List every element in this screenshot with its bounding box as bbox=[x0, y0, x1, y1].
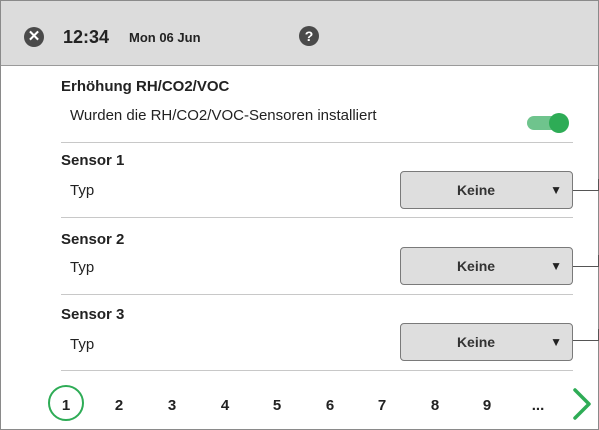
sensor-1-type-select[interactable]: Keine ▼ bbox=[400, 171, 573, 209]
sensor-1-title: Sensor 1 bbox=[61, 152, 125, 169]
divider bbox=[61, 217, 573, 218]
page-4[interactable]: 4 bbox=[214, 397, 236, 414]
page-1[interactable]: 1 bbox=[55, 397, 77, 414]
toggle-knob bbox=[549, 113, 569, 133]
enhancement-title: Erhöhung RH/CO2/VOC bbox=[61, 78, 230, 95]
divider bbox=[61, 294, 573, 295]
sensors-installed-question: Wurden die RH/CO2/VOC-Sensoren installie… bbox=[70, 107, 377, 124]
pagination: 1 2 3 4 5 6 7 8 9 ... bbox=[1, 385, 598, 425]
help-icon[interactable]: ? bbox=[299, 26, 319, 46]
dropdown-arrow-icon: ▼ bbox=[550, 259, 562, 273]
page-3[interactable]: 3 bbox=[161, 397, 183, 414]
clock-time: 12:34 bbox=[63, 27, 110, 47]
sensor-3-type-select[interactable]: Keine ▼ bbox=[400, 323, 573, 361]
sensor-1-type-value: Keine bbox=[456, 182, 496, 198]
sensor-1-type-label: Typ bbox=[70, 182, 95, 199]
sensor-2-type-select[interactable]: Keine ▼ bbox=[400, 247, 573, 285]
page-9[interactable]: 9 bbox=[476, 397, 498, 414]
sensors-installed-toggle[interactable] bbox=[527, 113, 569, 133]
page-2[interactable]: 2 bbox=[108, 397, 130, 414]
sensor-3-type-value: Keine bbox=[456, 334, 496, 350]
connector-line bbox=[573, 340, 599, 341]
sensor-2-type-value: Keine bbox=[456, 258, 496, 274]
sensor-3-type-label: Typ bbox=[70, 336, 95, 353]
divider bbox=[61, 370, 573, 371]
dropdown-arrow-icon: ▼ bbox=[550, 335, 562, 349]
sensor-2-type-label: Typ bbox=[70, 259, 95, 276]
sensor-2-title: Sensor 2 bbox=[61, 231, 125, 248]
close-icon[interactable]: ✕ bbox=[24, 27, 44, 47]
connector-line bbox=[573, 190, 599, 191]
page-7[interactable]: 7 bbox=[371, 397, 393, 414]
clock-date: Mon 06 Jun bbox=[129, 30, 201, 45]
screen: ✕ 12:34 Mon 06 Jun ? Erhöhung RH/CO2/VOC… bbox=[0, 0, 599, 430]
status-bar: ✕ 12:34 Mon 06 Jun ? bbox=[1, 1, 598, 66]
page-6[interactable]: 6 bbox=[319, 397, 341, 414]
divider bbox=[61, 142, 573, 143]
page-5[interactable]: 5 bbox=[266, 397, 288, 414]
chevron-right-icon[interactable] bbox=[567, 387, 595, 421]
page-8[interactable]: 8 bbox=[424, 397, 446, 414]
sensor-3-title: Sensor 3 bbox=[61, 306, 125, 323]
connector-line bbox=[573, 266, 599, 267]
page-ellipsis[interactable]: ... bbox=[527, 397, 549, 414]
dropdown-arrow-icon: ▼ bbox=[550, 183, 562, 197]
